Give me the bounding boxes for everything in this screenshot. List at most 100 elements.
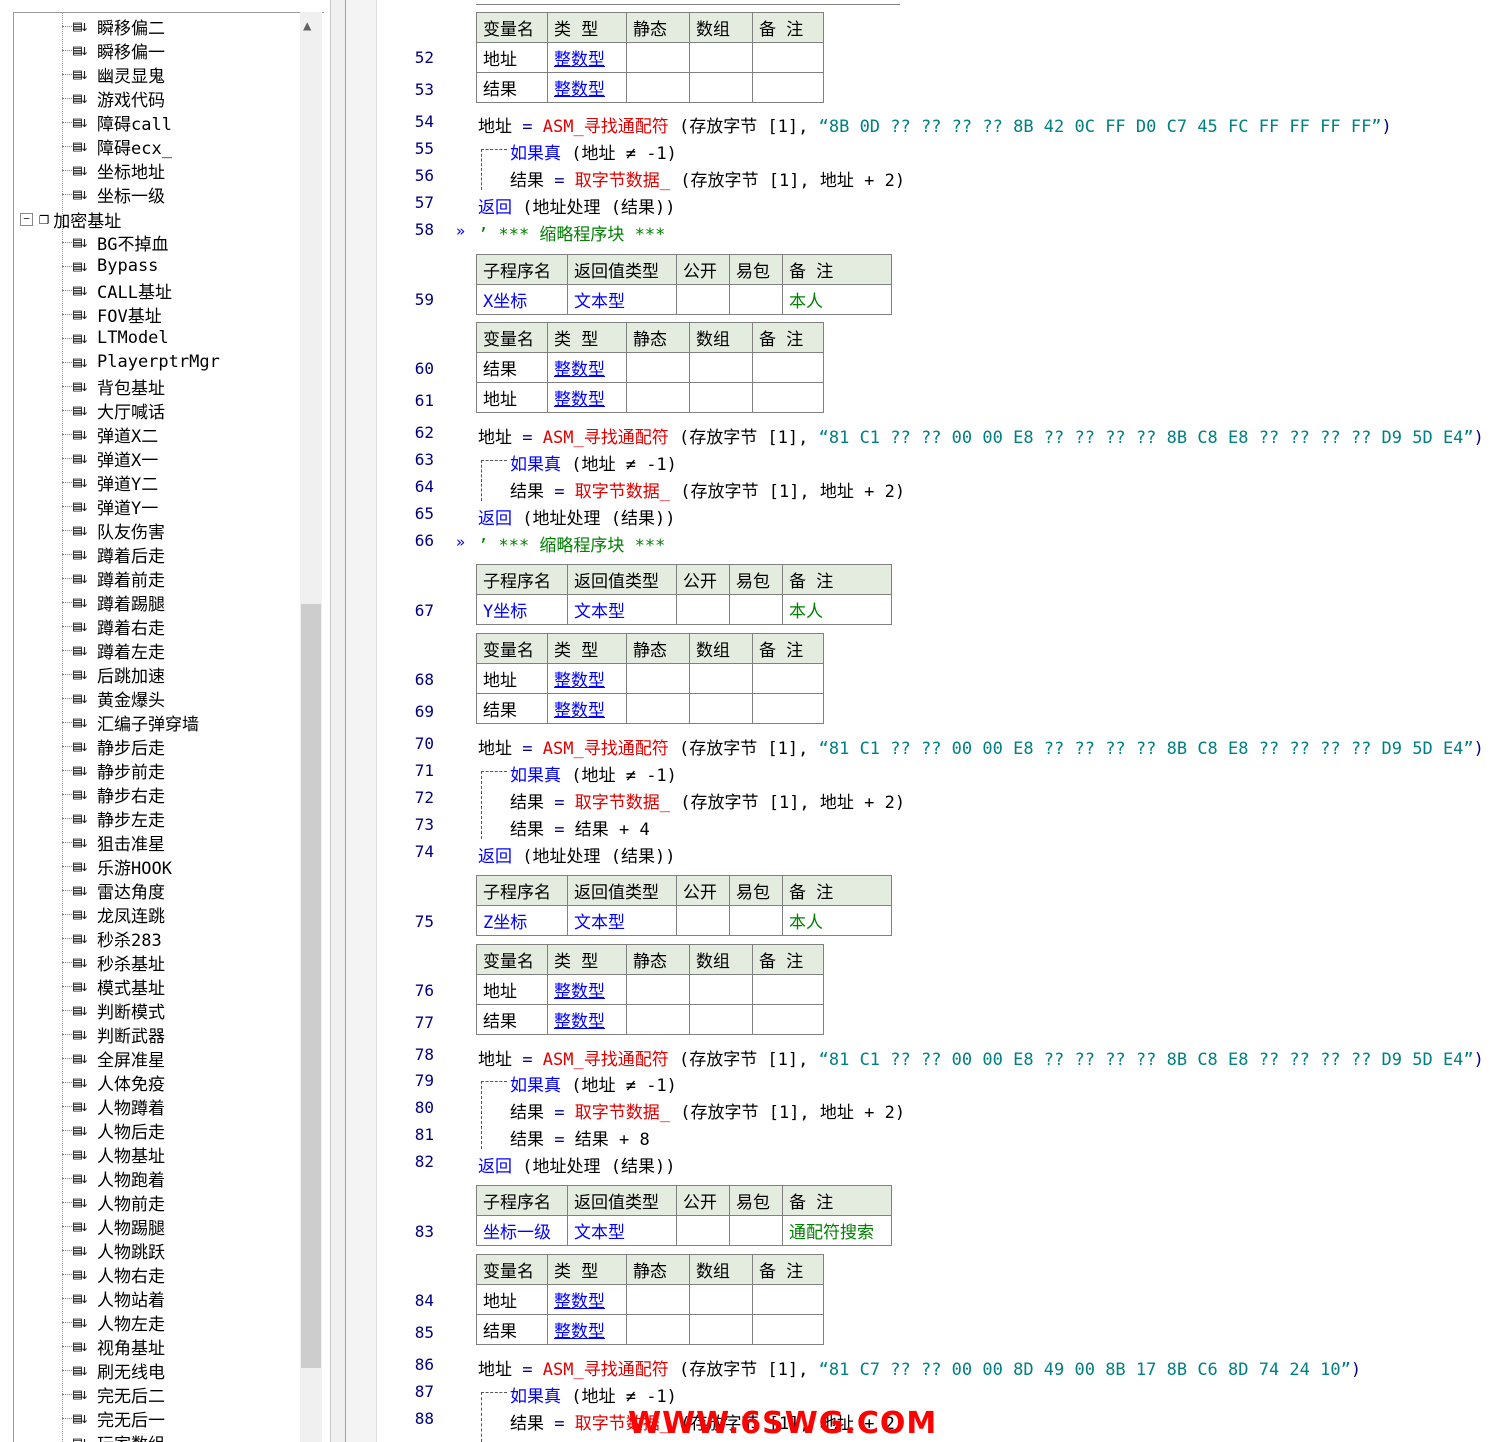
var-note[interactable] [752,72,824,103]
variable-row[interactable]: 地址 整数型 [476,1284,824,1315]
var-array[interactable] [689,1314,753,1345]
tree-item[interactable]: ▤↓ PlayerptrMgr [62,350,220,374]
variable-row[interactable]: 地址 整数型 [476,663,824,694]
variable-row[interactable]: 结果 整数型 [476,72,824,103]
sub-public[interactable] [676,905,730,936]
variable-table[interactable]: 变量名类 型静态 数组备 注结果 整数型 地址 整数型 [476,322,824,413]
tree-folder-node[interactable]: − ❐ 加密基址 [20,206,121,232]
tree-item[interactable]: ▤↓ 大厅喊话 [62,398,165,423]
var-name[interactable]: 地址 [476,382,548,413]
var-name[interactable]: 地址 [476,1284,548,1315]
var-note[interactable] [752,352,824,383]
tree-item[interactable]: ▤↓ 瞬移偏一 [62,38,165,63]
variable-table[interactable]: 变量名类 型静态 数组备 注地址 整数型 结果 整数型 [476,633,824,724]
var-type[interactable]: 整数型 [547,974,627,1005]
tree-item[interactable]: ▤↓ 幽灵显鬼 [62,62,165,87]
collapsed-block[interactable]: ’ *** 缩略程序块 *** [478,531,665,556]
fold-icon[interactable]: » [456,222,465,240]
tree-item[interactable]: ▤↓ 背包基址 [62,374,165,399]
tree-item[interactable]: ▤↓ 队友伤害 [62,518,165,543]
tree-item[interactable]: ▤↓ 视角基址 [62,1334,165,1359]
tree-item[interactable]: ▤↓ 乐游HOOK [62,854,172,879]
var-array[interactable] [689,1284,753,1315]
tree-item[interactable]: ▤↓ 蹲着前走 [62,566,165,591]
tree-item[interactable]: ▤↓ Bypass [62,254,158,278]
tree-item[interactable]: ▤↓ 全屏准星 [62,1046,165,1071]
var-array[interactable] [689,42,753,73]
tree-item[interactable]: ▤↓ 判断模式 [62,998,165,1023]
var-array[interactable] [689,1004,753,1035]
code-line[interactable]: 地址 = ASM_寻找通配符 (存放字节 [1], “81 C1 ?? ?? 0… [478,423,1484,448]
var-note[interactable] [752,382,824,413]
code-line[interactable]: 地址 = ASM_寻找通配符 (存放字节 [1], “81 C1 ?? ?? 0… [478,734,1484,759]
code-line[interactable]: 如果真 (地址 ≠ -1) [510,139,677,164]
var-static[interactable] [626,1314,690,1345]
var-type[interactable]: 整数型 [547,663,627,694]
sub-public[interactable] [676,594,730,625]
subroutine-table[interactable]: 子程序名 返回值类型 公开 易包备 注 Z坐标 文本型 本人 [476,875,892,936]
tree-item[interactable]: ▤↓ CALL基址 [62,278,172,303]
tree-item[interactable]: ▤↓ 人物前走 [62,1190,165,1215]
var-static[interactable] [626,72,690,103]
var-note[interactable] [752,693,824,724]
tree-item[interactable]: ▤↓ 静步前走 [62,758,165,783]
tree-item[interactable]: ▤↓ 蹲着右走 [62,614,165,639]
tree-item[interactable]: ▤↓ 完无后一 [62,1406,165,1431]
code-line[interactable]: 如果真 (地址 ≠ -1) [510,1071,677,1096]
tree-item[interactable]: ▤↓ 障碍ecx_ [62,134,172,159]
subroutine-table[interactable]: 子程序名 返回值类型 公开 易包备 注 X坐标 文本型 本人 [476,254,892,315]
var-type[interactable]: 整数型 [547,1314,627,1345]
tree-item[interactable]: ▤↓ 人物右走 [62,1262,165,1287]
sub-pack[interactable] [729,905,783,936]
tree-item[interactable]: ▤↓ 人物基址 [62,1142,165,1167]
tree-item[interactable]: ▤↓ 人物蹲着 [62,1094,165,1119]
code-line[interactable]: 结果 = 取字节数据_ (存放字节 [1], 地址 + 2) [510,1098,905,1123]
tree-item[interactable]: ▤↓ 雷达角度 [62,878,165,903]
var-array[interactable] [689,382,753,413]
tree-item[interactable]: ▤↓ 刷无线电 [62,1358,165,1383]
var-name[interactable]: 结果 [476,352,548,383]
tree-item[interactable]: ▤↓ 秒杀基址 [62,950,165,975]
tree-item[interactable]: ▤↓ 坐标一级 [62,182,165,207]
scrollbar-thumb[interactable] [301,604,321,1368]
var-name[interactable]: 地址 [476,663,548,694]
variable-row[interactable]: 地址 整数型 [476,42,824,73]
tree-item[interactable]: ▤↓ 完无后二 [62,1382,165,1407]
sub-name[interactable]: X坐标 [476,284,568,315]
var-name[interactable]: 结果 [476,72,548,103]
tree-item[interactable]: ▤↓ 黄金爆头 [62,686,165,711]
sub-return-type[interactable]: 文本型 [567,1215,677,1246]
tree-item[interactable]: ▤↓ 静步右走 [62,782,165,807]
code-line[interactable]: 结果 = 取字节数据_ (存放字节 [1], 地址 + 2) [510,788,905,813]
var-array[interactable] [689,974,753,1005]
tree-item[interactable]: ▤↓ 蹲着后走 [62,542,165,567]
tree-item[interactable]: ▤↓ 静步后走 [62,734,165,759]
tree-item[interactable]: ▤↓ 瞬移偏二 [62,14,165,39]
var-static[interactable] [626,663,690,694]
subroutine-table[interactable]: 子程序名 返回值类型 公开 易包备 注坐标一级 文本型 通配符搜索 [476,1185,892,1246]
var-note[interactable] [752,1284,824,1315]
sub-note[interactable]: 本人 [782,905,892,936]
var-type[interactable]: 整数型 [547,1004,627,1035]
sub-note[interactable]: 本人 [782,284,892,315]
variable-row[interactable]: 结果 整数型 [476,1314,824,1345]
subroutine-row[interactable]: Y坐标 文本型 本人 [476,594,892,625]
var-array[interactable] [689,663,753,694]
tree-item[interactable]: ▤↓ 狙击准星 [62,830,165,855]
sub-pack[interactable] [729,594,783,625]
subroutine-row[interactable]: Z坐标 文本型 本人 [476,905,892,936]
tree-item[interactable]: ▤↓ 坐标地址 [62,158,165,183]
code-line[interactable]: 如果真 (地址 ≠ -1) [510,1382,677,1407]
scroll-up-icon[interactable]: ▲ [303,18,311,34]
sub-name[interactable]: Z坐标 [476,905,568,936]
code-line[interactable]: 地址 = ASM_寻找通配符 (存放字节 [1], “8B 0D ?? ?? ?… [478,112,1392,137]
var-name[interactable]: 地址 [476,42,548,73]
var-note[interactable] [752,1004,824,1035]
variable-table[interactable]: 变量名类 型静态 数组备 注地址 整数型 结果 整数型 [476,1254,824,1345]
tree-item[interactable]: ▤↓ 人物踢腿 [62,1214,165,1239]
tree-item[interactable]: ▤↓ 弹道X一 [62,446,158,471]
tree-item[interactable]: ▤↓ 人物左走 [62,1310,165,1335]
code-line[interactable]: 结果 = 取字节数据_ (存放字节 [1], 地址 + 2) [510,166,905,191]
code-line[interactable]: 地址 = ASM_寻找通配符 (存放字节 [1], “81 C7 ?? ?? 0… [478,1355,1361,1380]
variable-row[interactable]: 地址 整数型 [476,974,824,1005]
